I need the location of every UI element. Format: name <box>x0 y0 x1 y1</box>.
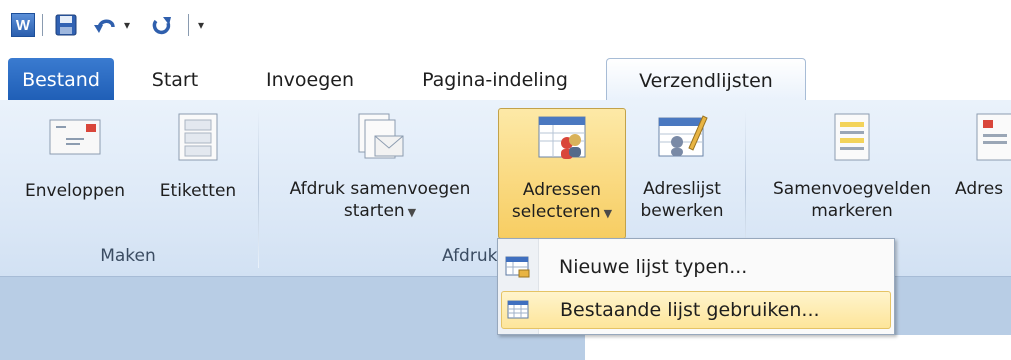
ribbon-tab-row: Bestand Start Invoegen Pagina-indeling V… <box>0 52 1011 102</box>
start-mail-merge-line2-text: starten <box>343 201 405 221</box>
undo-icon[interactable] <box>92 12 120 38</box>
select-recipients-label-line1: Adressen <box>522 180 602 200</box>
address-block-label: Adres <box>955 179 1004 199</box>
group-separator <box>258 108 259 268</box>
existing-list-icon <box>502 293 536 327</box>
dropdown-arrow-icon: ▼ <box>603 207 613 220</box>
edit-recipient-list-icon <box>655 112 709 162</box>
start-mail-merge-icon <box>353 112 407 162</box>
start-mail-merge-button[interactable]: Afdruk samenvoegen starten ▼ <box>264 102 496 242</box>
word-logo-icon[interactable]: W <box>10 12 36 38</box>
envelopes-label: Enveloppen <box>25 181 125 201</box>
qat-separator <box>42 14 43 36</box>
highlight-merge-fields-icon <box>825 112 879 162</box>
quick-access-toolbar: W ▾ ▾ <box>0 0 1011 52</box>
start-mail-merge-label-line2: starten ▼ <box>344 200 416 224</box>
select-recipients-menu: Nieuwe lijst typen... Bestaande lijst ge… <box>497 238 895 335</box>
customize-qat-icon[interactable]: ▾ <box>194 12 208 38</box>
address-block-icon <box>975 112 1011 162</box>
envelopes-button[interactable]: Enveloppen <box>2 102 148 242</box>
envelope-icon <box>48 112 102 162</box>
start-mail-merge-label-line1: Afdruk samenvoegen <box>289 179 471 199</box>
edit-recipient-list-button[interactable]: Adreslijst bewerken <box>628 102 736 242</box>
highlight-merge-fields-label-line1: Samenvoegvelden <box>773 179 931 199</box>
tab-verzendlijsten[interactable]: Verzendlijsten <box>606 58 806 102</box>
redo-icon[interactable] <box>148 12 176 38</box>
edit-recipient-list-label-line1: Adreslijst <box>643 179 721 199</box>
document-page[interactable] <box>585 335 1011 360</box>
highlight-merge-fields-button[interactable]: Samenvoegvelden markeren <box>752 102 952 242</box>
word-logo-letter: W <box>11 13 35 37</box>
dropdown-arrow-icon: ▼ <box>407 206 417 219</box>
menu-item-new-list[interactable]: Nieuwe lijst typen... <box>501 248 891 286</box>
edit-recipient-list-label-line2: bewerken <box>640 201 724 221</box>
select-recipients-icon <box>535 113 589 163</box>
undo-dropdown-arrow[interactable]: ▾ <box>120 12 134 38</box>
address-block-button[interactable]: Adres <box>955 102 1011 242</box>
menu-item-existing-list[interactable]: Bestaande lijst gebruiken... <box>501 291 891 329</box>
tab-pagina-indeling[interactable]: Pagina-indeling <box>395 58 595 101</box>
new-list-icon <box>501 250 535 284</box>
highlight-merge-fields-label-line2: markeren <box>811 201 893 221</box>
qat-separator <box>188 14 189 36</box>
labels-label: Etiketten <box>159 181 237 201</box>
labels-button[interactable]: Etiketten <box>148 102 248 242</box>
select-recipients-line2-text: selecteren <box>511 202 601 222</box>
tab-start[interactable]: Start <box>135 58 215 101</box>
labels-icon <box>171 112 225 162</box>
select-recipients-label-line2: selecteren ▼ <box>512 201 612 225</box>
tab-invoegen[interactable]: Invoegen <box>250 58 370 101</box>
group-label-maken: Maken <box>100 246 156 266</box>
menu-item-new-list-label: Nieuwe lijst typen... <box>559 256 748 278</box>
save-icon[interactable] <box>52 12 80 38</box>
select-recipients-button[interactable]: Adressen selecteren ▼ <box>498 108 626 239</box>
tab-bestand[interactable]: Bestand <box>8 58 114 101</box>
menu-item-existing-list-label: Bestaande lijst gebruiken... <box>560 299 820 321</box>
